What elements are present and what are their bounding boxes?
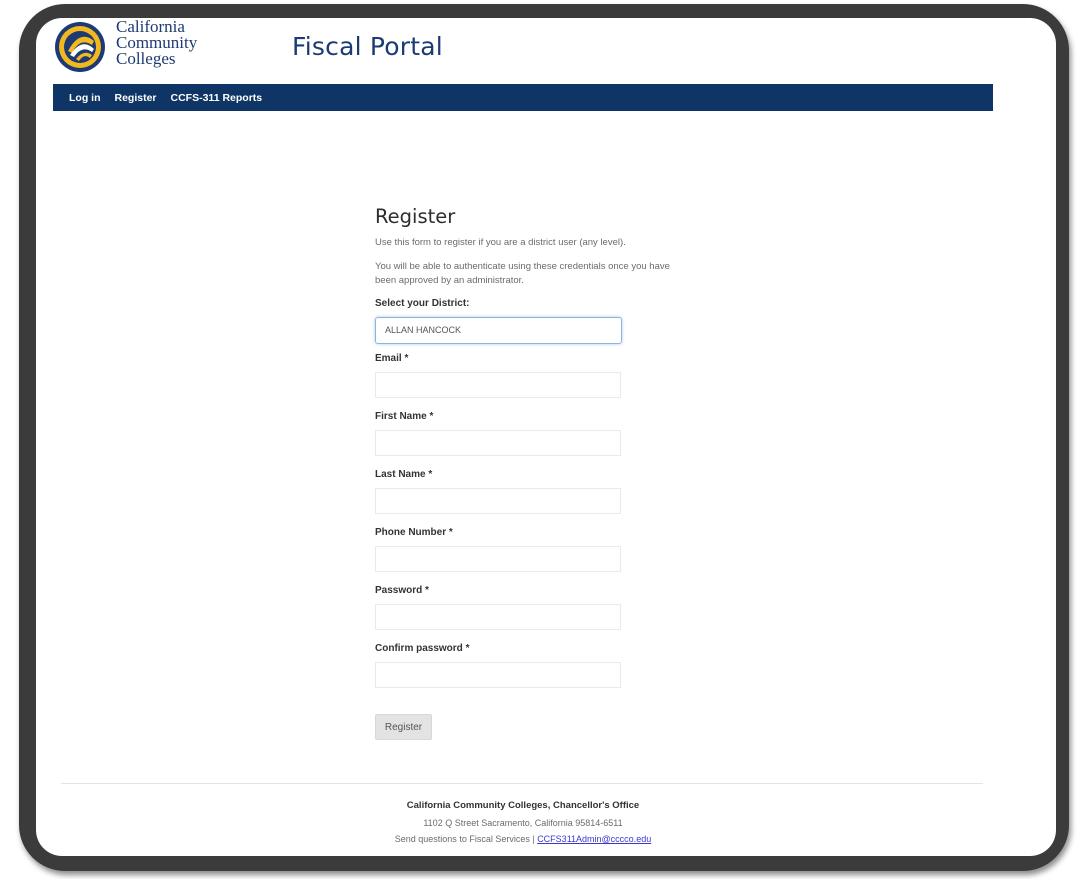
first-name-field[interactable] bbox=[375, 430, 621, 456]
footer-org-name: California Community Colleges, Chancello… bbox=[406, 800, 640, 811]
footer-email-link[interactable]: CCFS311Admin@cccco.edu bbox=[537, 834, 651, 844]
district-select[interactable]: ALLAN HANCOCK bbox=[375, 317, 622, 344]
brand-line: Colleges bbox=[116, 49, 176, 68]
last-name-label: Last Name * bbox=[375, 469, 433, 480]
district-label: Select your District: bbox=[375, 298, 470, 309]
nav-ccfs311-reports-link[interactable]: CCFS-311 Reports bbox=[171, 92, 263, 104]
footer-questions-text: Send questions to Fiscal Services | bbox=[394, 834, 535, 844]
footer-address: 1102 Q Street Sacramento, California 958… bbox=[423, 817, 623, 828]
email-label: Email * bbox=[375, 353, 409, 364]
confirm-password-label: Confirm password * bbox=[375, 643, 470, 654]
phone-number-label: Phone Number * bbox=[375, 527, 453, 538]
first-name-label: First Name * bbox=[375, 411, 434, 422]
last-name-field[interactable] bbox=[375, 488, 621, 514]
page-title: Register bbox=[375, 205, 456, 228]
top-navbar: Log in Register CCFS-311 Reports bbox=[53, 84, 993, 111]
nav-register-link[interactable]: Register bbox=[115, 92, 157, 104]
browser-viewport: California Community Colleges Fiscal Por… bbox=[36, 18, 1056, 856]
college-brand-name: California Community Colleges bbox=[116, 18, 197, 68]
page-footer: California Community Colleges, Chancello… bbox=[36, 798, 1010, 848]
password-label: Password * bbox=[375, 585, 429, 596]
phone-number-field[interactable] bbox=[375, 546, 621, 572]
email-field[interactable] bbox=[375, 372, 621, 398]
register-form: Register Use this form to register if yo… bbox=[375, 205, 695, 740]
register-button[interactable]: Register bbox=[375, 714, 432, 740]
confirm-password-field[interactable] bbox=[375, 662, 621, 688]
california-community-colleges-logo-icon bbox=[55, 22, 105, 72]
portal-title: Fiscal Portal bbox=[292, 32, 443, 61]
form-approval-note: You will be able to authenticate using t… bbox=[375, 261, 670, 286]
password-field[interactable] bbox=[375, 604, 621, 630]
footer-divider bbox=[61, 783, 983, 784]
nav-login-link[interactable]: Log in bbox=[69, 92, 101, 104]
footer-contact: Send questions to Fiscal Services | CCFS… bbox=[36, 831, 1010, 848]
form-intro-text: Use this form to register if you are a d… bbox=[375, 237, 626, 248]
